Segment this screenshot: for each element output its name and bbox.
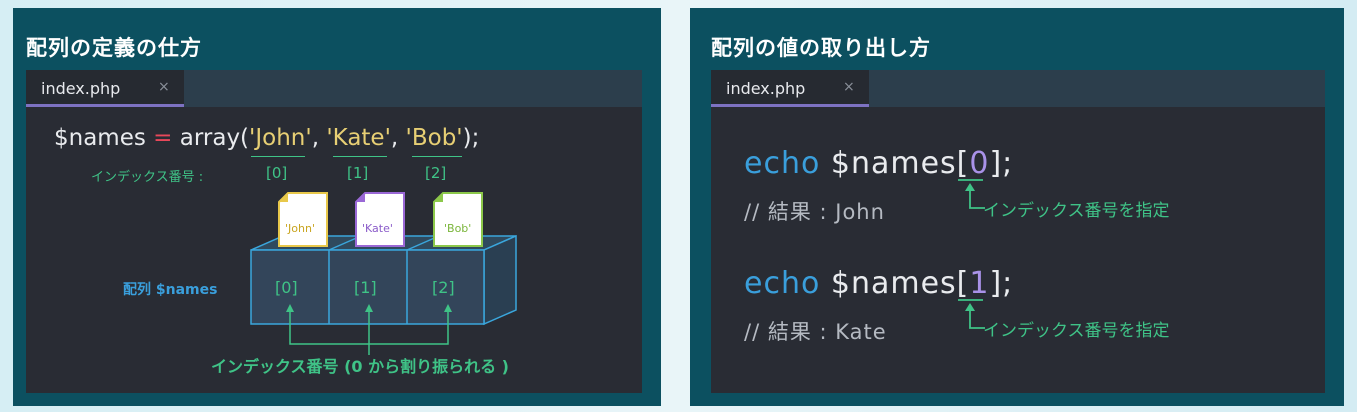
document-icon-bob (433, 192, 483, 247)
index-note: インデックス番号を指定 (983, 321, 1170, 341)
right-panel: 配列の値の取り出し方 index.php × echo $names[0]; /… (690, 8, 1344, 406)
array-names-label: 配列 $names (123, 282, 218, 298)
doc-label-kate: 'Kate' (362, 222, 393, 235)
cell-index-2: [2] (432, 278, 455, 297)
panel-title: 配列の値の取り出し方 (711, 36, 931, 60)
index-note: インデックス番号を指定 (983, 201, 1170, 221)
index-note: インデックス番号 (0 から割り振られる ) (211, 357, 509, 376)
code-editor: index.php × echo $names[0]; // 結果 : John… (711, 70, 1325, 393)
panel-title: 配列の定義の仕方 (26, 36, 202, 60)
code-editor: index.php × $names = array('John', 'Kate… (26, 70, 642, 393)
document-icons (278, 192, 483, 247)
document-icon-kate (355, 192, 405, 247)
document-icon-john (278, 192, 328, 247)
array-diagram (250, 192, 517, 355)
doc-label-bob: 'Bob' (444, 222, 472, 235)
pointer-arrow-1 (958, 299, 985, 329)
cell-index-0: [0] (275, 278, 298, 297)
left-panel: 配列の定義の仕方 index.php × $names = array('Joh… (13, 8, 661, 406)
pointer-arrows (958, 179, 985, 329)
doc-label-john: 'John' (285, 222, 315, 235)
cell-index-1: [1] (354, 278, 377, 297)
pointer-arrow-0 (958, 179, 985, 209)
